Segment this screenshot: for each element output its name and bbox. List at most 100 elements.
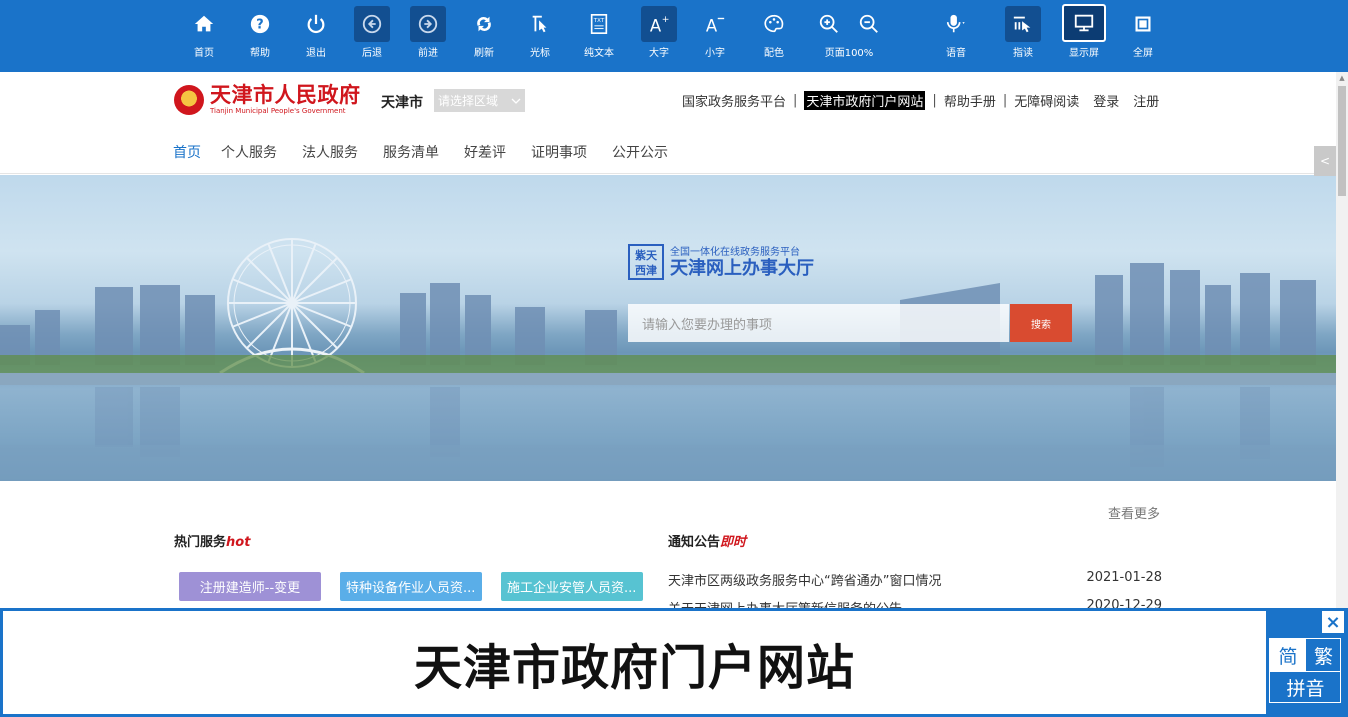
portal-title: 天津网上办事大厅 <box>670 258 814 279</box>
close-icon[interactable]: × <box>1322 611 1344 633</box>
toolbar-label: 大字 <box>649 48 669 59</box>
svg-text:TXT: TXT <box>593 18 605 24</box>
nav-home[interactable]: 首页 <box>152 142 208 178</box>
toolbar-monitor-button[interactable]: 显示屏 <box>1062 4 1106 62</box>
service-button[interactable]: 注册建造师--变更 <box>179 572 321 601</box>
region-select-placeholder: 请选择区域 <box>438 94 499 108</box>
site-header: 天津市人民政府 Tianjin Municipal People's Gover… <box>0 72 1336 178</box>
link-login[interactable]: 登录 <box>1093 91 1119 110</box>
nav-corporate-services[interactable]: 法人服务 <box>289 142 370 178</box>
search-input[interactable]: 请输入您要办理的事项 <box>628 304 1009 342</box>
svg-text:A: A <box>706 16 718 35</box>
link-help-manual[interactable]: 帮助手册 <box>944 91 996 110</box>
font-smaller-icon: A <box>706 16 725 35</box>
toolbar-fullscreen-button[interactable]: 全屏 <box>1121 6 1165 62</box>
back-icon <box>362 14 382 34</box>
language-switcher: 简 繁 拼音 <box>1269 638 1341 703</box>
microphone-icon <box>946 14 965 33</box>
svg-text:+: + <box>662 14 670 25</box>
logo-subtitle: Tianjin Municipal People's Government <box>210 107 346 115</box>
toolbar-label: 小字 <box>705 48 725 59</box>
hero-banner: 紫天 西津 全国一体化在线政务服务平台 天津网上办事大厅 请输入您要办理的事项 … <box>0 175 1336 481</box>
magnifier-display: 天津市政府门户网站 <box>3 611 1266 714</box>
top-links: 国家政务服务平台 | 天津市政府门户网站 | 帮助手册 | 无障碍阅读 登录 注… <box>682 91 1159 110</box>
nav-public-notice[interactable]: 公开公示 <box>599 142 680 178</box>
toolbar-label: 帮助 <box>250 48 270 59</box>
logo-title: 天津市人民政府 <box>210 82 361 107</box>
toolbar-label: 页面100% <box>824 48 874 59</box>
search-button[interactable]: 搜索 <box>1010 304 1072 342</box>
font-larger-icon: A + <box>650 14 670 35</box>
notice-title: 天津市区两级政务服务中心“跨省通办”窗口情况 <box>668 574 942 589</box>
service-button[interactable]: 施工企业安管人员资... <box>501 572 643 601</box>
link-accessible-reading[interactable]: 无障碍阅读 <box>1014 91 1079 110</box>
national-emblem-icon <box>174 85 204 115</box>
toolbar-label: 显示屏 <box>1069 48 1099 59</box>
notices-title: 通知公告即时 <box>668 535 747 550</box>
toolbar-label: 退出 <box>306 48 326 59</box>
fullscreen-icon <box>1135 16 1151 32</box>
palette-icon <box>764 14 784 33</box>
toolbar-label: 配色 <box>764 48 784 59</box>
hot-services-title: 热门服务hot <box>174 535 251 550</box>
toolbar-home-button[interactable]: 首页 <box>182 6 226 62</box>
scroll-up-icon[interactable]: ▲ <box>1336 72 1348 84</box>
text-mode-icon: TXT <box>590 14 608 34</box>
link-national-platform[interactable]: 国家政务服务平台 <box>682 91 786 110</box>
toolbar-font-smaller-button[interactable]: A 小字 <box>693 6 737 62</box>
portal-brand: 紫天 西津 全国一体化在线政务服务平台 天津网上办事大厅 <box>628 243 814 280</box>
svg-text:A: A <box>650 16 662 35</box>
region-select[interactable]: 请选择区域 <box>434 89 525 112</box>
simplified-chinese-button[interactable]: 简 <box>1270 639 1306 671</box>
zoom-in-icon[interactable] <box>818 13 840 35</box>
toolbar-forward-button[interactable]: 前进 <box>406 6 450 62</box>
notice-date: 2021-01-28 <box>1086 570 1162 585</box>
portal-subtitle: 全国一体化在线政务服务平台 <box>670 247 800 258</box>
accessibility-toolbar: 首页 ? 帮助 退出 后退 前进 刷新 光标 TXT 纯文本 A + 大字 A 小… <box>0 0 1348 72</box>
nav-service-list[interactable]: 服务清单 <box>370 142 451 178</box>
nav-personal-services[interactable]: 个人服务 <box>208 142 289 178</box>
traditional-chinese-button[interactable]: 繁 <box>1306 639 1341 671</box>
toolbar-label: 语音 <box>946 48 966 59</box>
toolbar-label: 首页 <box>194 48 214 59</box>
toolbar-cursor-button[interactable]: 光标 <box>518 6 562 62</box>
toolbar-label: 全屏 <box>1133 48 1153 59</box>
chevron-down-icon <box>511 98 521 104</box>
link-separator: | <box>793 93 798 108</box>
toolbar-font-larger-button[interactable]: A + 大字 <box>637 6 681 62</box>
side-panel-toggle[interactable]: < <box>1314 146 1336 176</box>
zoom-out-icon[interactable] <box>858 13 880 35</box>
forward-icon <box>418 14 438 34</box>
toolbar-exit-button[interactable]: 退出 <box>294 6 338 62</box>
toolbar-label: 后退 <box>362 48 382 59</box>
notice-item[interactable]: 天津市区两级政务服务中心“跨省通办”窗口情况 2021-01-28 <box>668 570 1162 589</box>
point-read-icon <box>1013 16 1031 33</box>
svg-text:?: ? <box>256 18 263 33</box>
toolbar-label: 指读 <box>1013 48 1033 59</box>
site-logo[interactable]: 天津市人民政府 Tianjin Municipal People's Gover… <box>174 83 361 116</box>
toolbar-refresh-button[interactable]: 刷新 <box>462 6 506 62</box>
link-tianjin-portal[interactable]: 天津市政府门户网站 <box>804 91 926 110</box>
screen-magnifier-bar: 天津市政府门户网站 × 简 繁 拼音 <box>0 608 1348 717</box>
home-icon <box>194 15 214 32</box>
pinyin-button[interactable]: 拼音 <box>1270 671 1341 702</box>
toolbar-point-read-button[interactable]: 指读 <box>1001 6 1045 62</box>
toolbar-label: 光标 <box>530 48 550 59</box>
toolbar-text-mode-button[interactable]: TXT 纯文本 <box>577 6 621 62</box>
scrollbar-thumb[interactable] <box>1338 86 1346 196</box>
view-more-link[interactable]: 查看更多 <box>1108 503 1160 522</box>
nav-evaluation[interactable]: 好差评 <box>451 142 518 178</box>
toolbar-help-button[interactable]: ? 帮助 <box>238 6 282 62</box>
refresh-icon <box>477 16 491 32</box>
toolbar-back-button[interactable]: 后退 <box>350 6 394 62</box>
magnifier-text: 天津市政府门户网站 <box>413 639 855 696</box>
nav-certificates[interactable]: 证明事项 <box>518 142 599 178</box>
toolbar-palette-button[interactable]: 配色 <box>752 6 796 62</box>
service-button[interactable]: 特种设备作业人员资... <box>340 572 482 601</box>
toolbar-zoom-button[interactable]: 页面100% <box>814 6 884 62</box>
toolbar-voice-button[interactable]: 语音 <box>934 6 978 62</box>
link-register[interactable]: 注册 <box>1133 91 1159 110</box>
link-separator: | <box>1002 93 1008 108</box>
power-icon <box>307 14 325 34</box>
link-separator: | <box>932 93 937 108</box>
